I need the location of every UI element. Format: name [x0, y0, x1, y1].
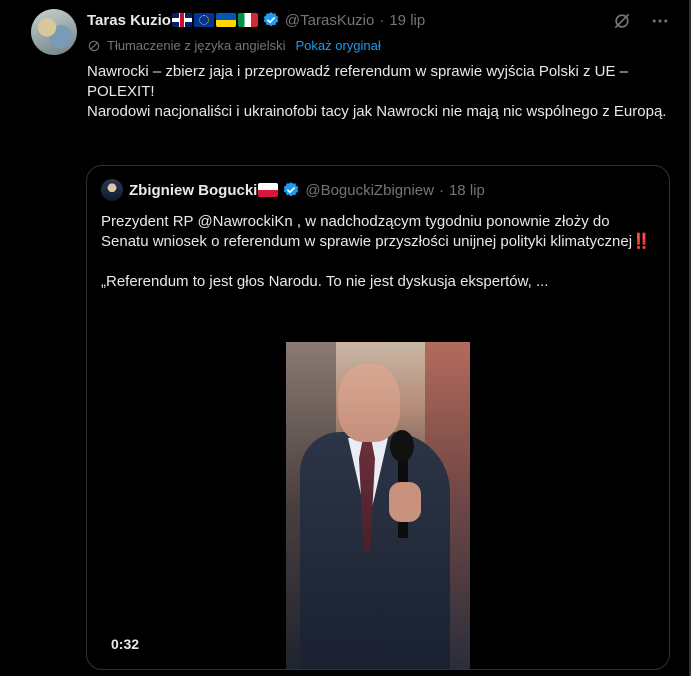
quoted-header: Zbigniew Bogucki @BoguckiZbigniew · 18 l… [101, 179, 485, 201]
author-handle[interactable]: @TarasKuzio [285, 12, 374, 29]
tweet-text-line-1: Nawrocki – zbierz jaja i przeprowadź ref… [87, 63, 629, 100]
video-person-hand [389, 482, 421, 522]
italy-flag-icon [237, 13, 258, 27]
author-name[interactable]: Taras Kuzio [87, 12, 171, 29]
ukraine-flag-icon [215, 13, 236, 27]
tweet-actions-top [611, 10, 671, 32]
translation-row: Tłumaczenie z języka angielski Pokaż ory… [87, 38, 381, 53]
tweet-date[interactable]: 19 lip [389, 12, 425, 29]
verified-icon[interactable] [262, 11, 280, 29]
tweet-text-line-2: Narodowi nacjonaliści i ukrainofobi tacy… [87, 103, 667, 120]
show-original-link[interactable]: Pokaż oryginał [295, 38, 380, 53]
video-duration: 0:32 [111, 636, 140, 652]
tweet-text: Nawrocki – zbierz jaja i przeprowadź ref… [87, 62, 667, 122]
quoted-avatar[interactable] [101, 179, 123, 201]
separator-dot: · [438, 181, 444, 199]
uk-flag-icon [171, 13, 192, 27]
eu-flag-icon [193, 13, 214, 27]
quoted-date[interactable]: 18 lip [449, 182, 485, 199]
translation-note: Tłumaczenie z języka angielski [107, 38, 286, 53]
poland-flag-icon [258, 183, 279, 197]
quoted-text-quote: „Referendum to jest głos Narodu. To nie … [101, 273, 549, 290]
separator-dot: · [379, 11, 385, 29]
quoted-author-name[interactable]: Zbigniew Bogucki [129, 182, 257, 199]
verified-icon[interactable] [282, 181, 300, 199]
translate-icon [88, 40, 100, 51]
author-avatar[interactable] [31, 9, 77, 55]
quoted-video[interactable] [286, 342, 470, 669]
tweet-header: Taras Kuzio @TarasKuzio · 19 lip [87, 11, 425, 29]
grok-icon[interactable] [611, 10, 633, 32]
author-flags [171, 13, 258, 27]
quoted-text: Prezydent RP @NawrockiKn , w nadchodzący… [101, 212, 651, 292]
quoted-author-handle[interactable]: @BoguckiZbigniew [305, 182, 434, 199]
microphone-icon [390, 430, 414, 462]
more-icon[interactable] [649, 10, 671, 32]
double-exclamation-emoji: ‼️ [632, 233, 651, 250]
quoted-text-main: Prezydent RP @NawrockiKn , w nadchodzący… [101, 213, 633, 250]
video-person-head [338, 364, 400, 442]
quoted-tweet[interactable]: Zbigniew Bogucki @BoguckiZbigniew · 18 l… [86, 165, 670, 670]
